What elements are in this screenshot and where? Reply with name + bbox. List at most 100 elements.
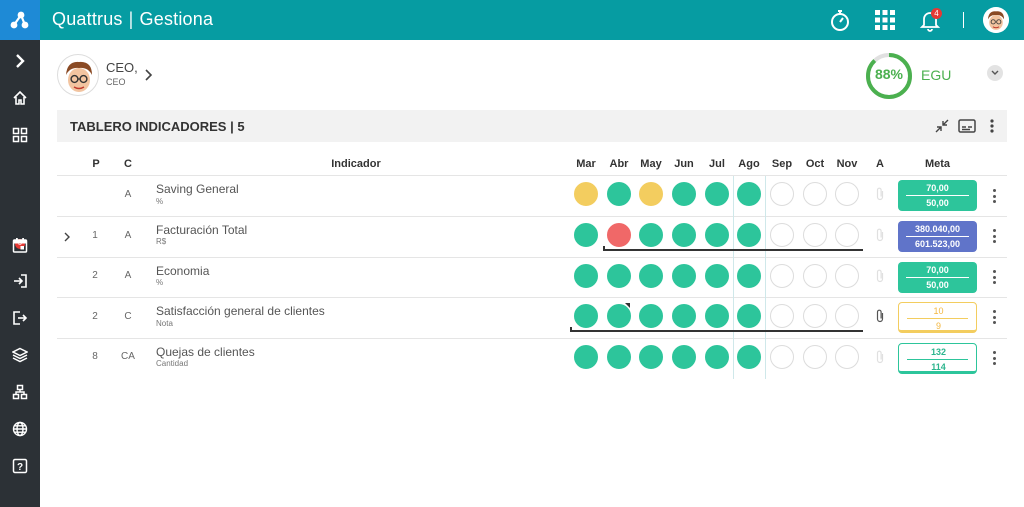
- row-2-status-jul[interactable]: [705, 223, 729, 247]
- home-icon[interactable]: [8, 86, 32, 110]
- row-4-status-oct[interactable]: [803, 304, 827, 328]
- row-5-status-jun[interactable]: [672, 345, 696, 369]
- row-2-status-may[interactable]: [639, 223, 663, 247]
- row-4-status-may[interactable]: [639, 304, 663, 328]
- row-3-status-oct[interactable]: [803, 264, 827, 288]
- row-1-indicator-name[interactable]: Saving General: [156, 182, 239, 196]
- row-1-status-oct[interactable]: [803, 182, 827, 206]
- row-3-indicator-name[interactable]: Economia: [156, 264, 209, 278]
- row-3-status-sep[interactable]: [770, 264, 794, 288]
- row-5-attachment-icon[interactable]: [875, 350, 885, 364]
- header-a: A: [876, 158, 884, 170]
- row-1-meta[interactable]: 70,00 50,00: [898, 180, 977, 211]
- header-dropdown-chevron-icon[interactable]: [987, 65, 1003, 81]
- row-3-attachment-icon[interactable]: [875, 269, 885, 283]
- row-3-status-may[interactable]: [639, 264, 663, 288]
- row-2-status-abr[interactable]: [607, 223, 631, 247]
- row-2-status-ago[interactable]: [737, 223, 761, 247]
- row-3-meta-divider: [906, 277, 969, 278]
- globe-icon[interactable]: [8, 417, 32, 441]
- row-4-meta-value-2: 9: [935, 321, 941, 331]
- row-1-status-jul[interactable]: [705, 182, 729, 206]
- row-4-status-jul[interactable]: [705, 304, 729, 328]
- row-1-status-abr[interactable]: [607, 182, 631, 206]
- row-2-status-nov[interactable]: [835, 223, 859, 247]
- row-4-status-nov[interactable]: [835, 304, 859, 328]
- row-5-meta[interactable]: 132 114: [898, 343, 977, 374]
- row-4-status-ago[interactable]: [737, 304, 761, 328]
- app-logo[interactable]: [0, 0, 40, 40]
- row-2-indicator-name[interactable]: Facturación Total: [156, 223, 247, 237]
- row-3-status-jul[interactable]: [705, 264, 729, 288]
- notifications-bell-icon[interactable]: 4: [916, 6, 944, 34]
- row-5-status-may[interactable]: [639, 345, 663, 369]
- row-4-meta[interactable]: 10 9: [898, 302, 977, 333]
- row-5-more-icon[interactable]: [991, 350, 997, 366]
- expand-sidebar-chevron-icon[interactable]: [8, 49, 32, 73]
- user-avatar[interactable]: [57, 54, 99, 96]
- layers-icon[interactable]: [8, 343, 32, 367]
- row-4-status-jun[interactable]: [672, 304, 696, 328]
- dashboard-icon[interactable]: [8, 123, 32, 147]
- calendar-icon[interactable]: [8, 233, 32, 257]
- row-5-indicator-name[interactable]: Quejas de clientes: [156, 345, 255, 359]
- row-4-status-mar[interactable]: [574, 304, 598, 328]
- row-1-more-icon[interactable]: [991, 188, 997, 204]
- row-3-status-nov[interactable]: [835, 264, 859, 288]
- row-5-status-oct[interactable]: [803, 345, 827, 369]
- row-1-status-may[interactable]: [639, 182, 663, 206]
- row-4-status-sep[interactable]: [770, 304, 794, 328]
- stopwatch-icon[interactable]: [826, 6, 854, 34]
- row-1-status-sep[interactable]: [770, 182, 794, 206]
- row-3-status-ago[interactable]: [737, 264, 761, 288]
- header-meta: Meta: [924, 158, 951, 170]
- row-5-status-jul[interactable]: [705, 345, 729, 369]
- row-1-status-nov[interactable]: [835, 182, 859, 206]
- row-4-more-icon[interactable]: [991, 309, 997, 325]
- logout-icon[interactable]: [8, 306, 32, 330]
- row-3-meta[interactable]: 70,00 50,00: [898, 262, 977, 293]
- row-5-status-abr[interactable]: [607, 345, 631, 369]
- profile-avatar[interactable]: [983, 7, 1009, 33]
- row-2-attachment-icon[interactable]: [875, 228, 885, 242]
- header-month-abr: Abr: [609, 158, 629, 170]
- row-5-status-mar[interactable]: [574, 345, 598, 369]
- row-1-status-jun[interactable]: [672, 182, 696, 206]
- row-2-status-oct[interactable]: [803, 223, 827, 247]
- row-2-expand-chevron-icon[interactable]: [62, 230, 72, 242]
- row-divider: [57, 257, 1007, 258]
- row-3-meta-value-2: 50,00: [926, 280, 949, 290]
- sidebar: 5 ?: [0, 40, 40, 507]
- row-2-status-sep[interactable]: [770, 223, 794, 247]
- subtitles-icon[interactable]: [958, 117, 976, 135]
- row-3-status-mar[interactable]: [574, 264, 598, 288]
- row-2-status-mar[interactable]: [574, 223, 598, 247]
- row-2-more-icon[interactable]: [991, 228, 997, 244]
- header-month-nov: Nov: [836, 158, 858, 170]
- row-4-indicator-name[interactable]: Satisfacción general de clientes: [156, 304, 325, 318]
- row-5-status-sep[interactable]: [770, 345, 794, 369]
- row-3-status-jun[interactable]: [672, 264, 696, 288]
- header-p: P: [92, 158, 100, 170]
- row-4-attachment-icon[interactable]: [875, 309, 885, 323]
- row-2-meta[interactable]: 380.040,00 601.523,00: [898, 221, 977, 252]
- row-5-indicator-unit: Cantidad: [156, 359, 189, 368]
- current-month-guide: [733, 176, 734, 379]
- login-icon[interactable]: [8, 269, 32, 293]
- collapse-icon[interactable]: [933, 117, 951, 135]
- hierarchy-icon[interactable]: [8, 380, 32, 404]
- row-5-status-nov[interactable]: [835, 345, 859, 369]
- apps-grid-icon[interactable]: [871, 6, 899, 34]
- row-4-priority: 2: [92, 311, 98, 322]
- row-1-status-mar[interactable]: [574, 182, 598, 206]
- row-3-status-abr[interactable]: [607, 264, 631, 288]
- row-1-status-ago[interactable]: [737, 182, 761, 206]
- row-1-attachment-icon[interactable]: [875, 187, 885, 201]
- panel-more-icon[interactable]: [983, 117, 1001, 135]
- row-2-status-jun[interactable]: [672, 223, 696, 247]
- row-2-meta-divider: [906, 236, 969, 237]
- row-3-more-icon[interactable]: [991, 269, 997, 285]
- row-5-status-ago[interactable]: [737, 345, 761, 369]
- help-icon[interactable]: ?: [8, 454, 32, 478]
- user-chevron-right-icon[interactable]: [143, 68, 155, 82]
